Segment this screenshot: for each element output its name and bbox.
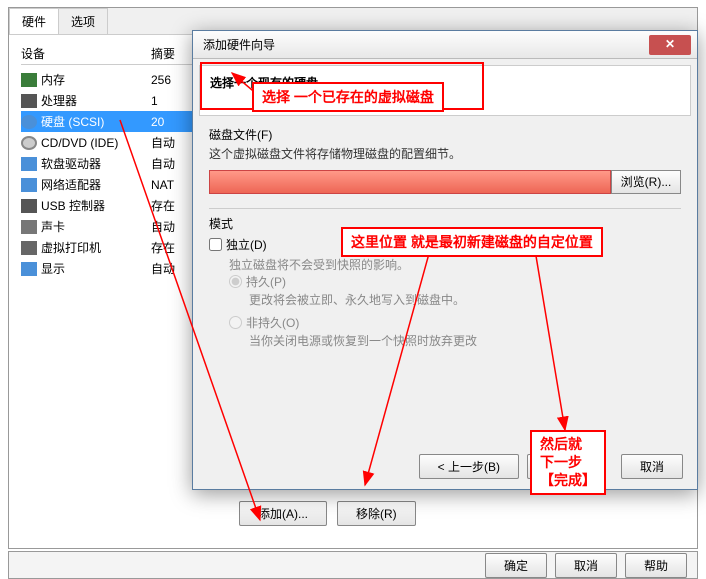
wizard-title-text: 添加硬件向导 — [199, 36, 649, 53]
device-icon — [21, 241, 37, 255]
nonpersistent-label: 非持久(O) — [246, 314, 299, 331]
device-icon — [21, 178, 37, 192]
remove-button[interactable]: 移除(R) — [337, 501, 416, 526]
device-icon — [21, 199, 37, 213]
annotation-finish: 然后就 下一步 【完成】 — [530, 430, 606, 495]
device-name: 声卡 — [41, 218, 151, 235]
persistent-radio[interactable] — [229, 275, 242, 288]
disk-file-desc: 这个虚拟磁盘文件将存储物理磁盘的配置细节。 — [209, 145, 681, 162]
independent-checkbox[interactable] — [209, 238, 222, 251]
device-name: 软盘驱动器 — [41, 155, 151, 172]
annotation-location: 这里位置 就是最初新建磁盘的自定位置 — [341, 227, 603, 257]
device-name: CD/DVD (IDE) — [41, 136, 151, 150]
device-name: 显示 — [41, 260, 151, 277]
device-icon — [21, 94, 37, 108]
col-device: 设备 — [21, 45, 151, 62]
annotation-select-disk: 选择 一个已存在的虚拟磁盘 — [252, 82, 444, 112]
help-button[interactable]: 帮助 — [625, 553, 687, 578]
device-name: 内存 — [41, 71, 151, 88]
device-icon — [21, 262, 37, 276]
device-name: 硬盘 (SCSI) — [41, 113, 151, 130]
close-icon[interactable]: ✕ — [649, 35, 691, 55]
nonpersistent-desc: 当你关闭电源或恢复到一个快照时放弃更改 — [249, 332, 681, 349]
device-icon — [21, 73, 37, 87]
nonpersistent-radio[interactable] — [229, 316, 242, 329]
device-icon — [21, 115, 37, 129]
cancel-button[interactable]: 取消 — [555, 553, 617, 578]
tab-options[interactable]: 选项 — [58, 8, 108, 34]
bottom-bar: 确定 取消 帮助 — [8, 551, 698, 579]
device-name: 网络适配器 — [41, 176, 151, 193]
disk-file-label: 磁盘文件(F) — [209, 126, 681, 143]
device-name: 虚拟打印机 — [41, 239, 151, 256]
disk-path-input[interactable] — [209, 170, 611, 194]
browse-button[interactable]: 浏览(R)... — [611, 170, 681, 194]
ok-button[interactable]: 确定 — [485, 553, 547, 578]
independent-desc: 独立磁盘将不会受到快照的影响。 — [229, 256, 681, 273]
device-name: USB 控制器 — [41, 197, 151, 214]
back-button[interactable]: < 上一步(B) — [419, 454, 519, 479]
independent-label: 独立(D) — [226, 236, 267, 253]
persistent-desc: 更改将会被立即、永久地写入到磁盘中。 — [249, 291, 681, 308]
device-icon — [21, 157, 37, 171]
wizard-cancel-button[interactable]: 取消 — [621, 454, 683, 479]
persistent-label: 持久(P) — [246, 273, 286, 290]
device-icon — [21, 136, 37, 150]
device-name: 处理器 — [41, 92, 151, 109]
device-icon — [21, 220, 37, 234]
add-button[interactable]: 添加(A)... — [239, 501, 327, 526]
wizard-titlebar: 添加硬件向导 ✕ — [193, 31, 697, 59]
tab-hardware[interactable]: 硬件 — [9, 8, 59, 34]
